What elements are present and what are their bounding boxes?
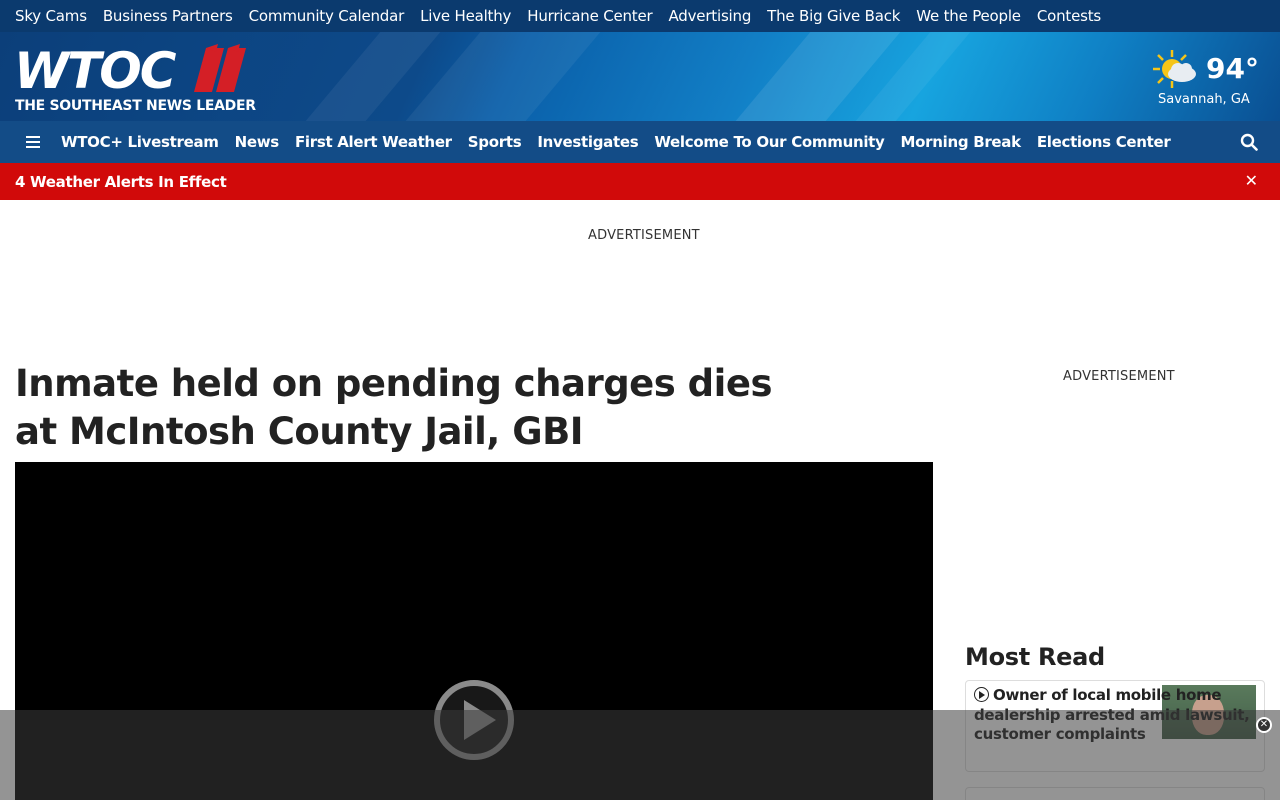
logo-wordmark: WTOC — [14, 42, 176, 100]
weather-temperature: 94° — [1206, 52, 1259, 85]
video-play-icon — [974, 687, 989, 702]
most-read-item-text: Owner of local mobile home dealership ar… — [974, 686, 1250, 743]
main-navigation: WTOC+ Livestream News First Alert Weathe… — [0, 121, 1280, 163]
most-read-heading: Most Read — [965, 643, 1105, 671]
nav-item-elections-center[interactable]: Elections Center — [1037, 133, 1171, 151]
topbar-link-sky-cams[interactable]: Sky Cams — [15, 7, 87, 25]
search-icon[interactable] — [1240, 133, 1258, 151]
site-logo[interactable]: WTOC — [14, 42, 246, 100]
weather-location: Savannah, GA — [1158, 92, 1250, 107]
video-player[interactable] — [15, 462, 933, 800]
nav-item-news[interactable]: News — [235, 133, 280, 151]
menu-icon[interactable] — [26, 136, 40, 148]
nav-item-sports[interactable]: Sports — [468, 133, 522, 151]
site-header: WTOC THE SOUTHEAST NEWS LEADER 94° Savan… — [0, 32, 1280, 121]
play-button[interactable] — [434, 680, 514, 760]
topbar-link-live-healthy[interactable]: Live Healthy — [420, 7, 511, 25]
close-overlay-icon[interactable]: ✕ — [1256, 717, 1272, 733]
weather-alert-bar[interactable]: 4 Weather Alerts In Effect ✕ — [0, 163, 1280, 200]
topbar-link-we-the-people[interactable]: We the People — [916, 7, 1021, 25]
close-icon[interactable]: ✕ — [1245, 173, 1258, 189]
logo-number-11-icon — [194, 44, 246, 92]
partly-sunny-icon — [1153, 50, 1196, 88]
weather-widget[interactable]: 94° Savannah, GA — [1152, 48, 1262, 110]
weather-alert-text[interactable]: 4 Weather Alerts In Effect — [15, 173, 227, 191]
topbar-link-hurricane-center[interactable]: Hurricane Center — [527, 7, 652, 25]
nav-item-welcome-to-our-community[interactable]: Welcome To Our Community — [654, 133, 884, 151]
nav-item-investigates[interactable]: Investigates — [537, 133, 638, 151]
nav-item-first-alert-weather[interactable]: First Alert Weather — [295, 133, 452, 151]
most-read-item[interactable]: Owner of local mobile home dealership ar… — [965, 680, 1265, 772]
topbar-link-big-give-back[interactable]: The Big Give Back — [767, 7, 900, 25]
top-utility-bar: Sky Cams Business Partners Community Cal… — [0, 0, 1280, 32]
topbar-link-advertising[interactable]: Advertising — [669, 7, 752, 25]
topbar-link-contests[interactable]: Contests — [1037, 7, 1101, 25]
topbar-link-business-partners[interactable]: Business Partners — [103, 7, 233, 25]
ad-label-top: ADVERTISEMENT — [588, 228, 700, 243]
nav-item-morning-break[interactable]: Morning Break — [901, 133, 1022, 151]
nav-item-livestream[interactable]: WTOC+ Livestream — [61, 133, 219, 151]
topbar-link-community-calendar[interactable]: Community Calendar — [249, 7, 405, 25]
most-read-item[interactable] — [965, 787, 1265, 800]
site-tagline: THE SOUTHEAST NEWS LEADER — [15, 98, 256, 114]
most-read-item-title[interactable]: Owner of local mobile home dealership ar… — [974, 686, 1254, 745]
play-icon — [464, 700, 496, 740]
ad-label-sidebar: ADVERTISEMENT — [1063, 369, 1175, 384]
